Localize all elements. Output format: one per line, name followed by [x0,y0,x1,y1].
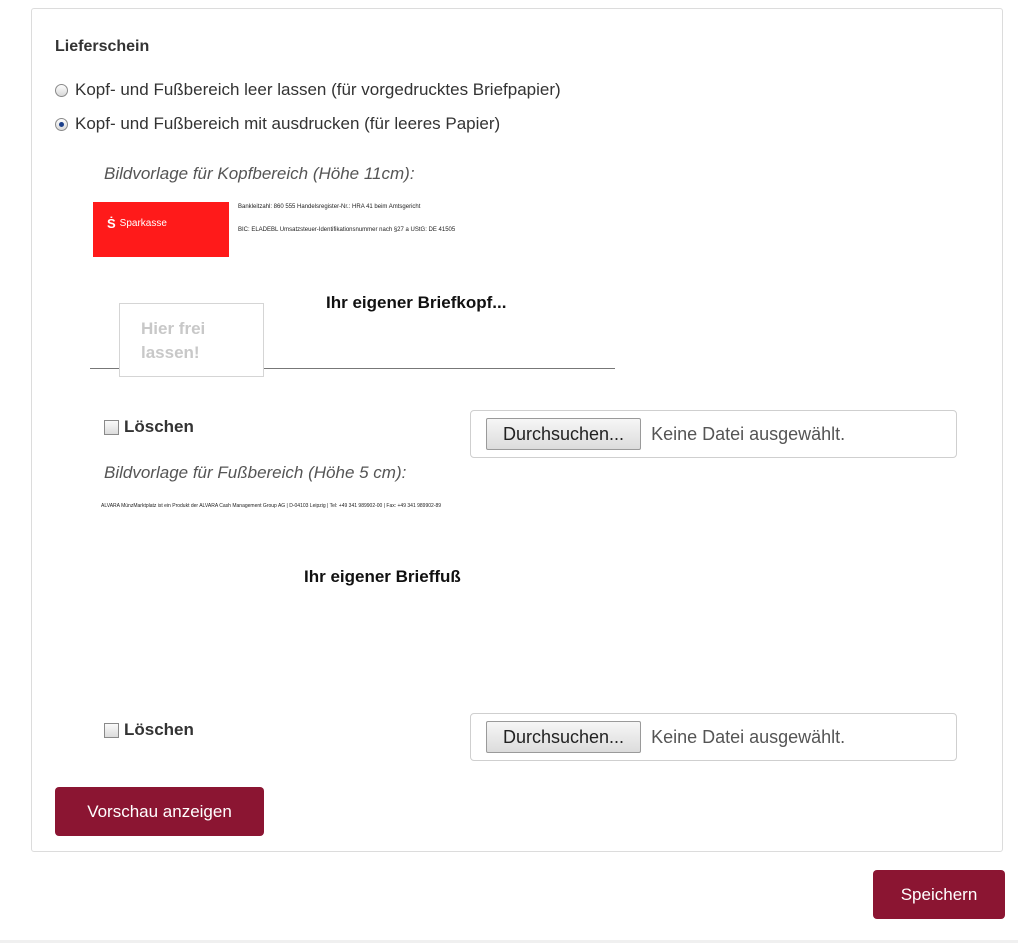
header-caption: Bildvorlage für Kopfbereich (Höhe 11cm): [104,164,415,183]
footer-file-input[interactable]: Durchsuchen... Keine Datei ausgewählt. [470,713,957,761]
preview-button[interactable]: Vorschau anzeigen [55,787,264,836]
header-no-file-label: Keine Datei ausgewählt. [651,423,846,444]
option-print-header-footer[interactable]: Kopf- und Fußbereich mit ausdrucken (für… [55,113,500,135]
footer-browse-button[interactable]: Durchsuchen... [486,721,642,753]
option-leave-empty[interactable]: Kopf- und Fußbereich leer lassen (für vo… [55,79,561,101]
header-preview-image: Ṡ Sparkasse Bankleitzahl: 860 555 Handel… [90,190,620,380]
sparkasse-s-icon: Ṡ [107,216,116,231]
header-browse-button[interactable]: Durchsuchen... [486,418,642,450]
header-info-line-1: Bankleitzahl: 860 555 Handelsregister-Nr… [238,204,421,210]
sparkasse-logo: Ṡ Sparkasse [93,202,229,257]
footer-delete-box[interactable] [104,722,119,738]
header-info-line-2: BIC: ELADEBL Umsatzsteuer-Identifikation… [238,227,456,233]
header-file-input[interactable]: Durchsuchen... Keine Datei ausgewählt. [470,410,957,458]
header-delete-box[interactable] [104,419,119,435]
free-area-note: Hier frei lassen! [119,303,264,377]
option-print-header-footer-label: Kopf- und Fußbereich mit ausdrucken (für… [75,114,501,133]
footer-caption: Bildvorlage für Fußbereich (Höhe 5 cm): [104,463,407,482]
logo-text: Sparkasse [119,218,167,229]
page-bottom-divider [0,940,1018,943]
footer-no-file-label: Keine Datei ausgewählt. [651,726,846,747]
option-leave-empty-label: Kopf- und Fußbereich leer lassen (für vo… [75,80,561,99]
header-heading: Ihr eigener Briefkopf... [326,293,507,312]
footer-preview-line: ALVARA MünzMarktplatz ist ein Produkt de… [101,503,442,509]
footer-heading: Ihr eigener Brieffuß [304,567,461,586]
footer-delete-checkbox[interactable]: Löschen [104,719,194,741]
radio-leave-empty[interactable] [55,83,68,97]
free-area-text: Hier frei lassen! [141,319,206,362]
section-title: Lieferschein [55,38,150,55]
footer-delete-label: Löschen [124,720,194,739]
header-delete-label: Löschen [124,417,194,436]
save-button[interactable]: Speichern [873,870,1005,919]
radio-print-header-footer[interactable] [55,117,68,131]
header-delete-checkbox[interactable]: Löschen [104,416,194,438]
